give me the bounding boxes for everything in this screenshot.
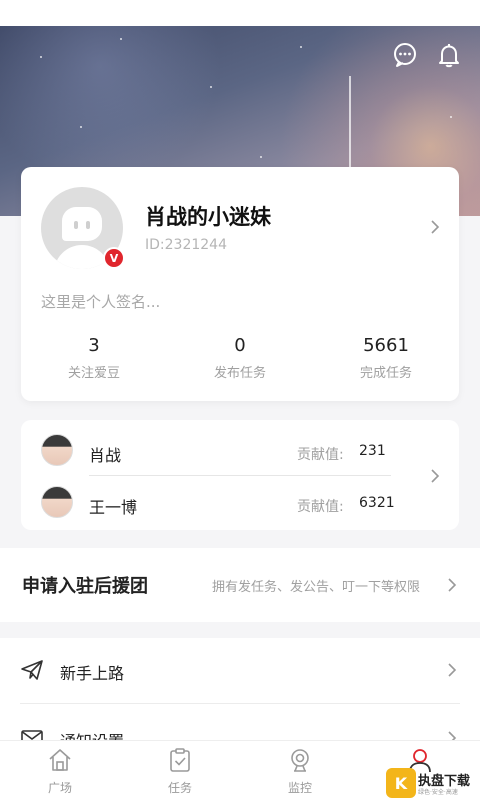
divider (20, 703, 460, 704)
idol-name: 王一博 (89, 498, 138, 517)
contribution-value: 231 (359, 443, 386, 459)
star-decoration (80, 126, 82, 128)
stat-following-idols[interactable]: 3 关注爱豆 (39, 335, 149, 381)
stat-completed-tasks[interactable]: 5661 完成任务 (331, 335, 441, 381)
tab-square[interactable]: 广场 (20, 747, 100, 796)
idol-row[interactable]: 肖战 贡献值: 231 (21, 424, 459, 476)
idol-avatar (41, 486, 73, 518)
stat-label: 关注爱豆 (67, 366, 120, 381)
user-id: ID:2321244 (145, 237, 227, 253)
home-icon (49, 749, 71, 771)
chevron-right-icon[interactable] (425, 466, 445, 486)
signature-text[interactable]: 这里是个人签名... (41, 291, 160, 312)
stat-label: 发布任务 (213, 366, 266, 381)
bell-icon[interactable] (436, 42, 462, 68)
watermark-logo-mark: K (386, 768, 416, 798)
avatar-placeholder-head (62, 207, 102, 241)
paper-plane-icon (20, 658, 44, 682)
tab-label: 监控 (287, 781, 312, 795)
stat-value: 5661 (363, 335, 409, 356)
chevron-right-icon (442, 660, 462, 680)
stat-label: 完成任务 (359, 366, 412, 381)
tab-label: 任务 (167, 781, 192, 795)
apply-description: 拥有发任务、发公告、叮一下等权限 (212, 580, 421, 595)
idol-list-card[interactable]: 肖战 贡献值: 231 王一博 贡献值: 6321 (21, 420, 459, 530)
tab-monitor[interactable]: 监控 (260, 747, 340, 796)
stat-value: 3 (88, 335, 100, 356)
contribution-value: 6321 (359, 495, 395, 511)
menu-item-beginner-guide[interactable]: 新手上路 (0, 638, 480, 704)
star-decoration (120, 38, 122, 40)
menu-label: 新手上路 (60, 664, 125, 683)
chevron-right-icon (442, 575, 462, 595)
star-decoration (210, 86, 212, 88)
verified-badge: V (103, 247, 125, 269)
apply-fan-club-row[interactable]: 申请入驻后援团 拥有发任务、发公告、叮一下等权限 (0, 548, 480, 622)
star-decoration (260, 156, 262, 158)
stat-value: 0 (234, 335, 246, 356)
apply-title: 申请入驻后援团 (22, 576, 148, 597)
star-decoration (450, 116, 452, 118)
contribution-label: 贡献值: (297, 499, 344, 515)
status-bar (0, 0, 480, 26)
star-decoration (40, 56, 42, 58)
idol-avatar (41, 434, 73, 466)
avatar-placeholder-eye (74, 221, 78, 229)
stat-published-tasks[interactable]: 0 发布任务 (185, 335, 295, 381)
watermark-subtitle: 绿色·安全·高速 (418, 789, 458, 796)
contribution-label: 贡献值: (297, 447, 344, 463)
watermark-logo: K 执盘下载 绿色·安全·高速 (386, 766, 480, 800)
clipboard-check-icon (170, 748, 190, 772)
idol-name: 肖战 (89, 446, 122, 465)
tab-tasks[interactable]: 任务 (140, 747, 220, 796)
avatar-placeholder-eye (86, 221, 90, 229)
star-decoration (300, 46, 302, 48)
profile-card[interactable]: V 肖战的小迷妹 ID:2321244 这里是个人签名... 3 关注爱豆 0 … (21, 167, 459, 401)
avatar-placeholder-body (54, 245, 110, 269)
settings-menu: 新手上路 通知设置 (0, 638, 480, 748)
idol-row[interactable]: 王一博 贡献值: 6321 (21, 476, 459, 528)
webcam-icon (291, 749, 309, 772)
chevron-right-icon[interactable] (425, 217, 445, 237)
user-name: 肖战的小迷妹 (145, 205, 271, 229)
tab-label: 广场 (47, 781, 72, 795)
chat-bubble-icon[interactable] (392, 42, 418, 68)
